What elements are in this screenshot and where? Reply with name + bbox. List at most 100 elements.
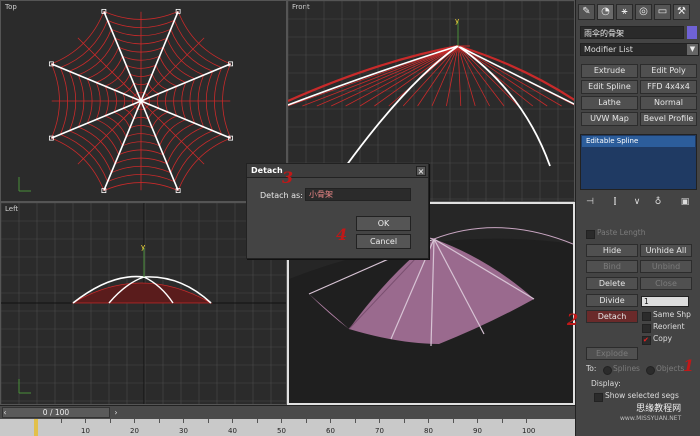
- configure-sets-icon[interactable]: ▣: [679, 196, 691, 208]
- close-button[interactable]: Close: [640, 277, 692, 290]
- ruler-number: 10: [81, 427, 90, 435]
- ruler-tick: [183, 419, 184, 423]
- display-icon[interactable]: ▭: [654, 4, 671, 20]
- utilities-icon[interactable]: ⚒: [673, 4, 690, 20]
- ruler-tick: [452, 419, 454, 423]
- ruler-tick: [501, 419, 503, 423]
- ruler-tick: [158, 419, 160, 423]
- ruler-tick: [428, 419, 429, 423]
- modifier-button-uvw-map[interactable]: UVW Map: [581, 112, 638, 126]
- remove-modifier-icon[interactable]: ♁: [652, 196, 664, 208]
- paste-length-label: Paste Length: [597, 228, 646, 237]
- ruler-tick: [256, 419, 258, 423]
- ruler-number: 20: [130, 427, 139, 435]
- divide-button[interactable]: Divide: [586, 294, 638, 307]
- detach-button[interactable]: Detach: [586, 310, 638, 323]
- modify-icon[interactable]: ◔: [597, 4, 614, 20]
- umbrella-left-view: y: [1, 203, 286, 404]
- command-panel: ✎ ◔ ⚹ ◎ ▭ ⚒ 雨伞的骨架 Modifier List ▼ Extrud…: [575, 0, 700, 436]
- timeline-key[interactable]: [34, 419, 38, 436]
- dialog-ok-button[interactable]: OK: [356, 216, 411, 231]
- to-label: To:: [586, 364, 597, 373]
- time-prev-icon[interactable]: ‹: [0, 407, 10, 418]
- same-shp-checkbox[interactable]: [642, 312, 651, 321]
- chevron-down-icon: ▼: [687, 44, 698, 55]
- ruler-tick: [477, 419, 478, 423]
- ruler-tick: [232, 419, 233, 423]
- modifier-button-bevel-profile[interactable]: Bevel Profile: [640, 112, 697, 126]
- splines-label: Splines: [613, 364, 640, 373]
- watermark-text: 思缘教程网: [636, 404, 682, 414]
- object-color-swatch[interactable]: [687, 26, 697, 39]
- objects-label: Objects: [656, 364, 685, 373]
- pin-stack-icon[interactable]: ⊣: [584, 196, 596, 208]
- watermark-url: www.MISSYUAN.NET: [620, 415, 682, 422]
- ruler-tick: [207, 419, 209, 423]
- viewport-left[interactable]: Left y: [0, 202, 287, 405]
- annotation-step-4: 4: [336, 225, 348, 244]
- modifier-list-dropdown[interactable]: Modifier List ▼: [580, 43, 699, 56]
- dialog-title: Detach: [247, 164, 428, 178]
- hide-button[interactable]: Hide: [586, 244, 638, 257]
- motion-icon[interactable]: ◎: [635, 4, 652, 20]
- ruler-tick: [354, 419, 356, 423]
- copy-checkbox[interactable]: ✔: [642, 336, 651, 345]
- show-end-result-icon[interactable]: ⫿: [609, 196, 621, 208]
- divide-spinner[interactable]: 1: [641, 296, 689, 307]
- copy-label: Copy: [653, 334, 673, 343]
- detach-as-label: Detach as:: [260, 191, 303, 200]
- ruler-number: 70: [375, 427, 384, 435]
- time-slider[interactable]: 0 / 100: [2, 407, 110, 418]
- bind-button[interactable]: Bind: [586, 260, 638, 273]
- ruler-number: 30: [179, 427, 188, 435]
- ruler-tick: [60, 419, 62, 423]
- unhide-all-button[interactable]: Unhide All: [640, 244, 692, 257]
- ruler-number: 80: [424, 427, 433, 435]
- modifier-stack[interactable]: Editable Spline: [580, 134, 697, 190]
- detach-dialog: Detach × Detach as: 小骨架 OK Cancel: [246, 163, 429, 259]
- annotation-step-3: 3: [282, 168, 294, 187]
- objects-radio[interactable]: [646, 366, 655, 375]
- modifier-button-edit-poly[interactable]: Edit Poly: [640, 64, 697, 78]
- ruler-tick: [85, 419, 86, 423]
- ruler-tick: [281, 419, 282, 423]
- object-name-field[interactable]: 雨伞的骨架: [580, 26, 684, 39]
- modifier-button-ffd[interactable]: FFD 4x4x4: [640, 80, 697, 94]
- paste-length-checkbox[interactable]: [586, 230, 595, 239]
- modifier-button-lathe[interactable]: Lathe: [581, 96, 638, 110]
- splines-radio[interactable]: [603, 366, 612, 375]
- modifier-button-normal[interactable]: Normal: [640, 96, 697, 110]
- modifier-button-edit-spline[interactable]: Edit Spline: [581, 80, 638, 94]
- ruler-number: 40: [228, 427, 237, 435]
- ruler-tick: [379, 419, 380, 423]
- make-unique-icon[interactable]: ∨: [631, 196, 643, 208]
- reorient-label: Reorient: [653, 322, 685, 331]
- annotation-step-1: 1: [683, 356, 695, 375]
- show-selected-segs-checkbox[interactable]: [594, 393, 603, 402]
- stack-item-editable-spline[interactable]: Editable Spline: [582, 136, 695, 147]
- delete-button[interactable]: Delete: [586, 277, 638, 290]
- create-icon[interactable]: ✎: [578, 4, 595, 20]
- unbind-button[interactable]: Unbind: [640, 260, 692, 273]
- timeline-ruler[interactable]: 10 20 30 40 50 60 70 80 90 100: [0, 419, 575, 436]
- time-next-icon[interactable]: ›: [111, 407, 121, 418]
- modifier-button-extrude[interactable]: Extrude: [581, 64, 638, 78]
- umbrella-top-view: [18, 8, 234, 194]
- ruler-number: 60: [326, 427, 335, 435]
- dialog-close-button[interactable]: ×: [416, 166, 426, 176]
- viewport-top[interactable]: Top: [0, 0, 287, 202]
- svg-text:y: y: [455, 17, 459, 25]
- reorient-checkbox[interactable]: [642, 324, 651, 333]
- annotation-step-2: 2: [567, 310, 579, 329]
- svg-text:y: y: [141, 243, 145, 251]
- ruler-tick: [134, 419, 135, 423]
- explode-button[interactable]: Explode: [586, 347, 638, 360]
- hierarchy-icon[interactable]: ⚹: [616, 4, 633, 20]
- ruler-number: 50: [277, 427, 286, 435]
- watermark: 思缘教程网 www.MISSYUAN.NET: [620, 404, 681, 424]
- detach-name-input[interactable]: 小骨架: [305, 188, 411, 201]
- ruler-tick: [305, 419, 307, 423]
- ruler-number: 100: [522, 427, 536, 435]
- dialog-cancel-button[interactable]: Cancel: [356, 234, 411, 249]
- display-label: Display:: [591, 379, 621, 388]
